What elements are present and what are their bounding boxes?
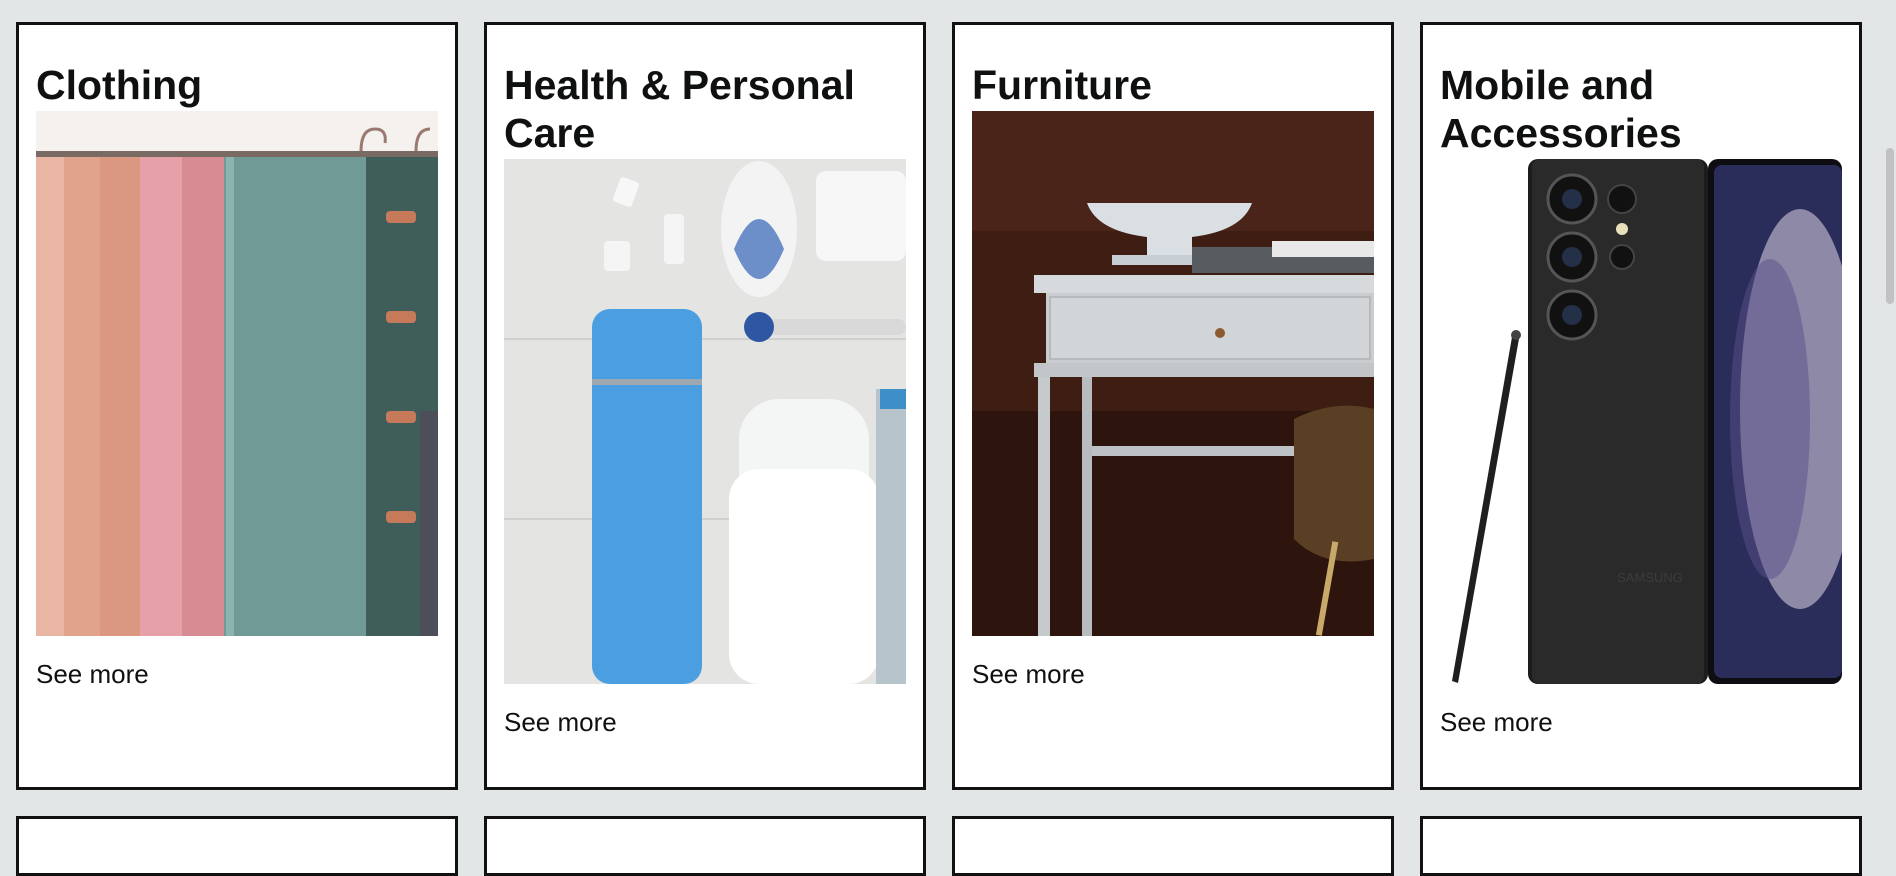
category-card-row2-3: [952, 816, 1394, 876]
card-title: Health & Personal Care: [504, 62, 855, 156]
card-title: Mobile and Accessories: [1440, 62, 1682, 156]
vertical-scrollbar[interactable]: [1882, 0, 1896, 860]
scrollbar-thumb[interactable]: [1886, 148, 1894, 304]
card-image-mobile-accessories[interactable]: SAMSUNG: [1440, 159, 1842, 684]
card-image-furniture[interactable]: [972, 111, 1374, 636]
category-card-furniture: Furniture See more: [952, 22, 1394, 790]
category-card-row2-1: [16, 816, 458, 876]
category-card-mobile-accessories: Mobile and Accessories SAMSUNG See more: [1420, 22, 1862, 790]
card-image-clothing[interactable]: [36, 111, 438, 636]
category-grid: Clothing See more Health & Personal Care…: [0, 0, 1896, 876]
category-card-row2-4: [1420, 816, 1862, 876]
category-card-clothing: Clothing See more: [16, 22, 458, 790]
phone-brand-text: SAMSUNG: [1617, 570, 1683, 585]
see-more-link[interactable]: See more: [36, 659, 149, 690]
card-image-health-personal-care[interactable]: [504, 159, 906, 684]
category-card-health-personal-care: Health & Personal Care See more: [484, 22, 926, 790]
see-more-link[interactable]: See more: [504, 707, 617, 738]
see-more-link[interactable]: See more: [1440, 707, 1553, 738]
card-title: Clothing: [36, 62, 203, 108]
see-more-link[interactable]: See more: [972, 659, 1085, 690]
card-title: Furniture: [972, 62, 1152, 108]
category-card-row2-2: [484, 816, 926, 876]
